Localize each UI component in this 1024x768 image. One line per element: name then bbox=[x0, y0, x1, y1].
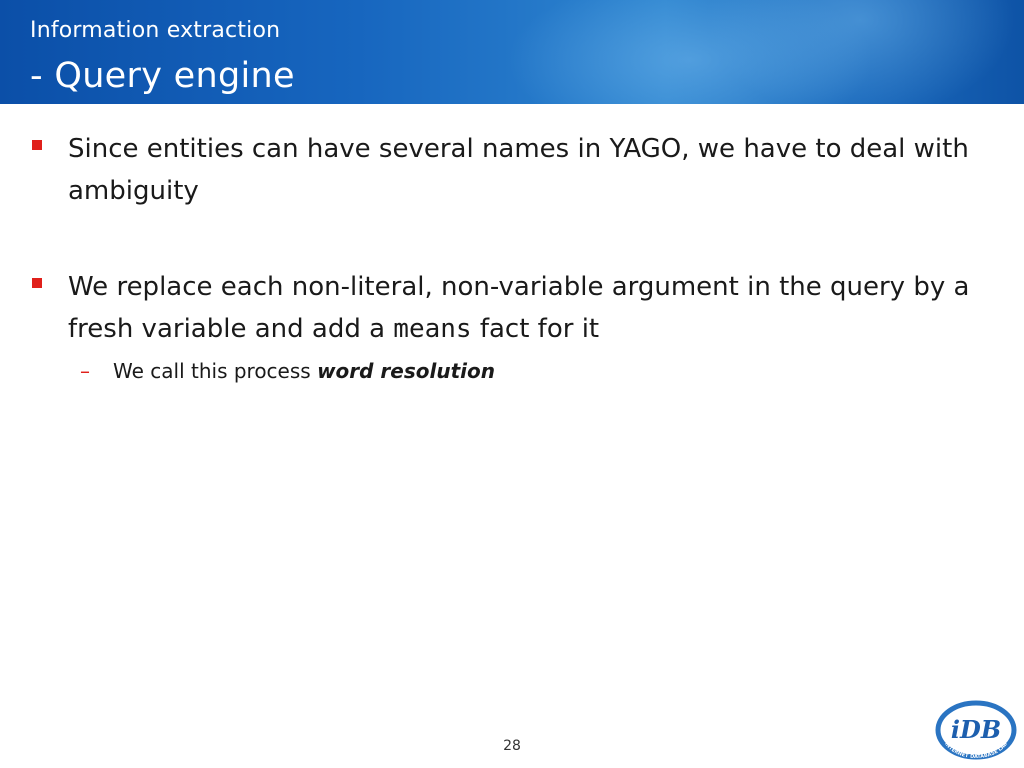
bullet-item-2: We replace each non-literal, non-variabl… bbox=[32, 266, 972, 350]
bullet-square-icon bbox=[32, 278, 42, 288]
sub-bullet-text: We call this process word resolution bbox=[113, 356, 960, 386]
bullet-text-2: We replace each non-literal, non-variabl… bbox=[68, 266, 972, 350]
word-resolution-emphasis: word resolution bbox=[317, 359, 495, 383]
sub-bullet-item: – We call this process word resolution bbox=[80, 356, 960, 386]
bullet-text-2-end: fact for it bbox=[471, 314, 600, 344]
logo-text: iDB bbox=[951, 715, 1001, 744]
idb-logo-icon: iDB INTERNET DATABASE LAB bbox=[935, 700, 1017, 760]
dash-marker-icon: – bbox=[80, 359, 90, 383]
bullet-square-icon bbox=[32, 140, 42, 150]
slide-header: Information extraction - Query engine bbox=[0, 0, 1024, 104]
slide-title: - Query engine bbox=[30, 56, 295, 96]
section-title: Information extraction bbox=[30, 18, 281, 43]
slide: Information extraction - Query engine Si… bbox=[0, 0, 1024, 768]
bullet-text-1: Since entities can have several names in… bbox=[68, 134, 969, 206]
page-number: 28 bbox=[503, 738, 521, 754]
sub-bullet-text-start: We call this process bbox=[113, 359, 318, 383]
bullet-item-1: Since entities can have several names in… bbox=[32, 128, 972, 212]
means-keyword: means bbox=[393, 314, 472, 344]
